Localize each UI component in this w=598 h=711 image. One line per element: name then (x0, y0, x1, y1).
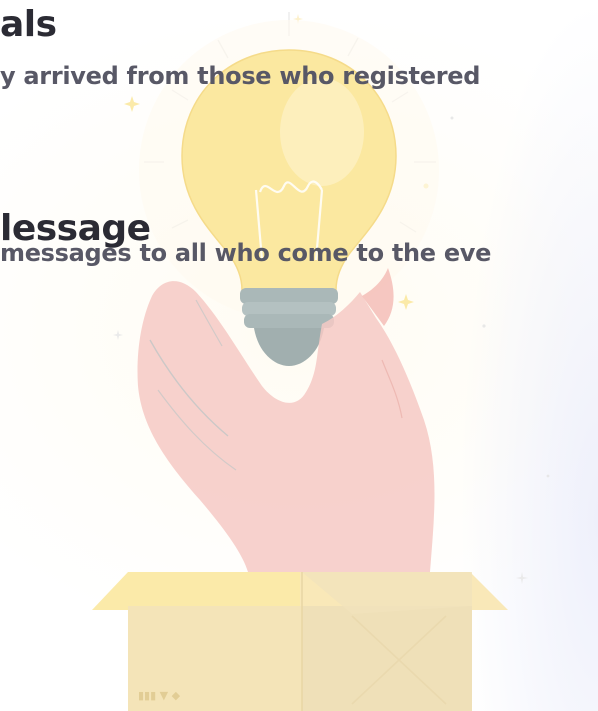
feature-list: als y arrived from those who registered … (0, 0, 598, 711)
feature-arrivals-heading: als (0, 4, 57, 45)
feature-message-description: messages to all who come to the eve (0, 239, 492, 267)
feature-arrivals-description: y arrived from those who registered (0, 62, 481, 90)
